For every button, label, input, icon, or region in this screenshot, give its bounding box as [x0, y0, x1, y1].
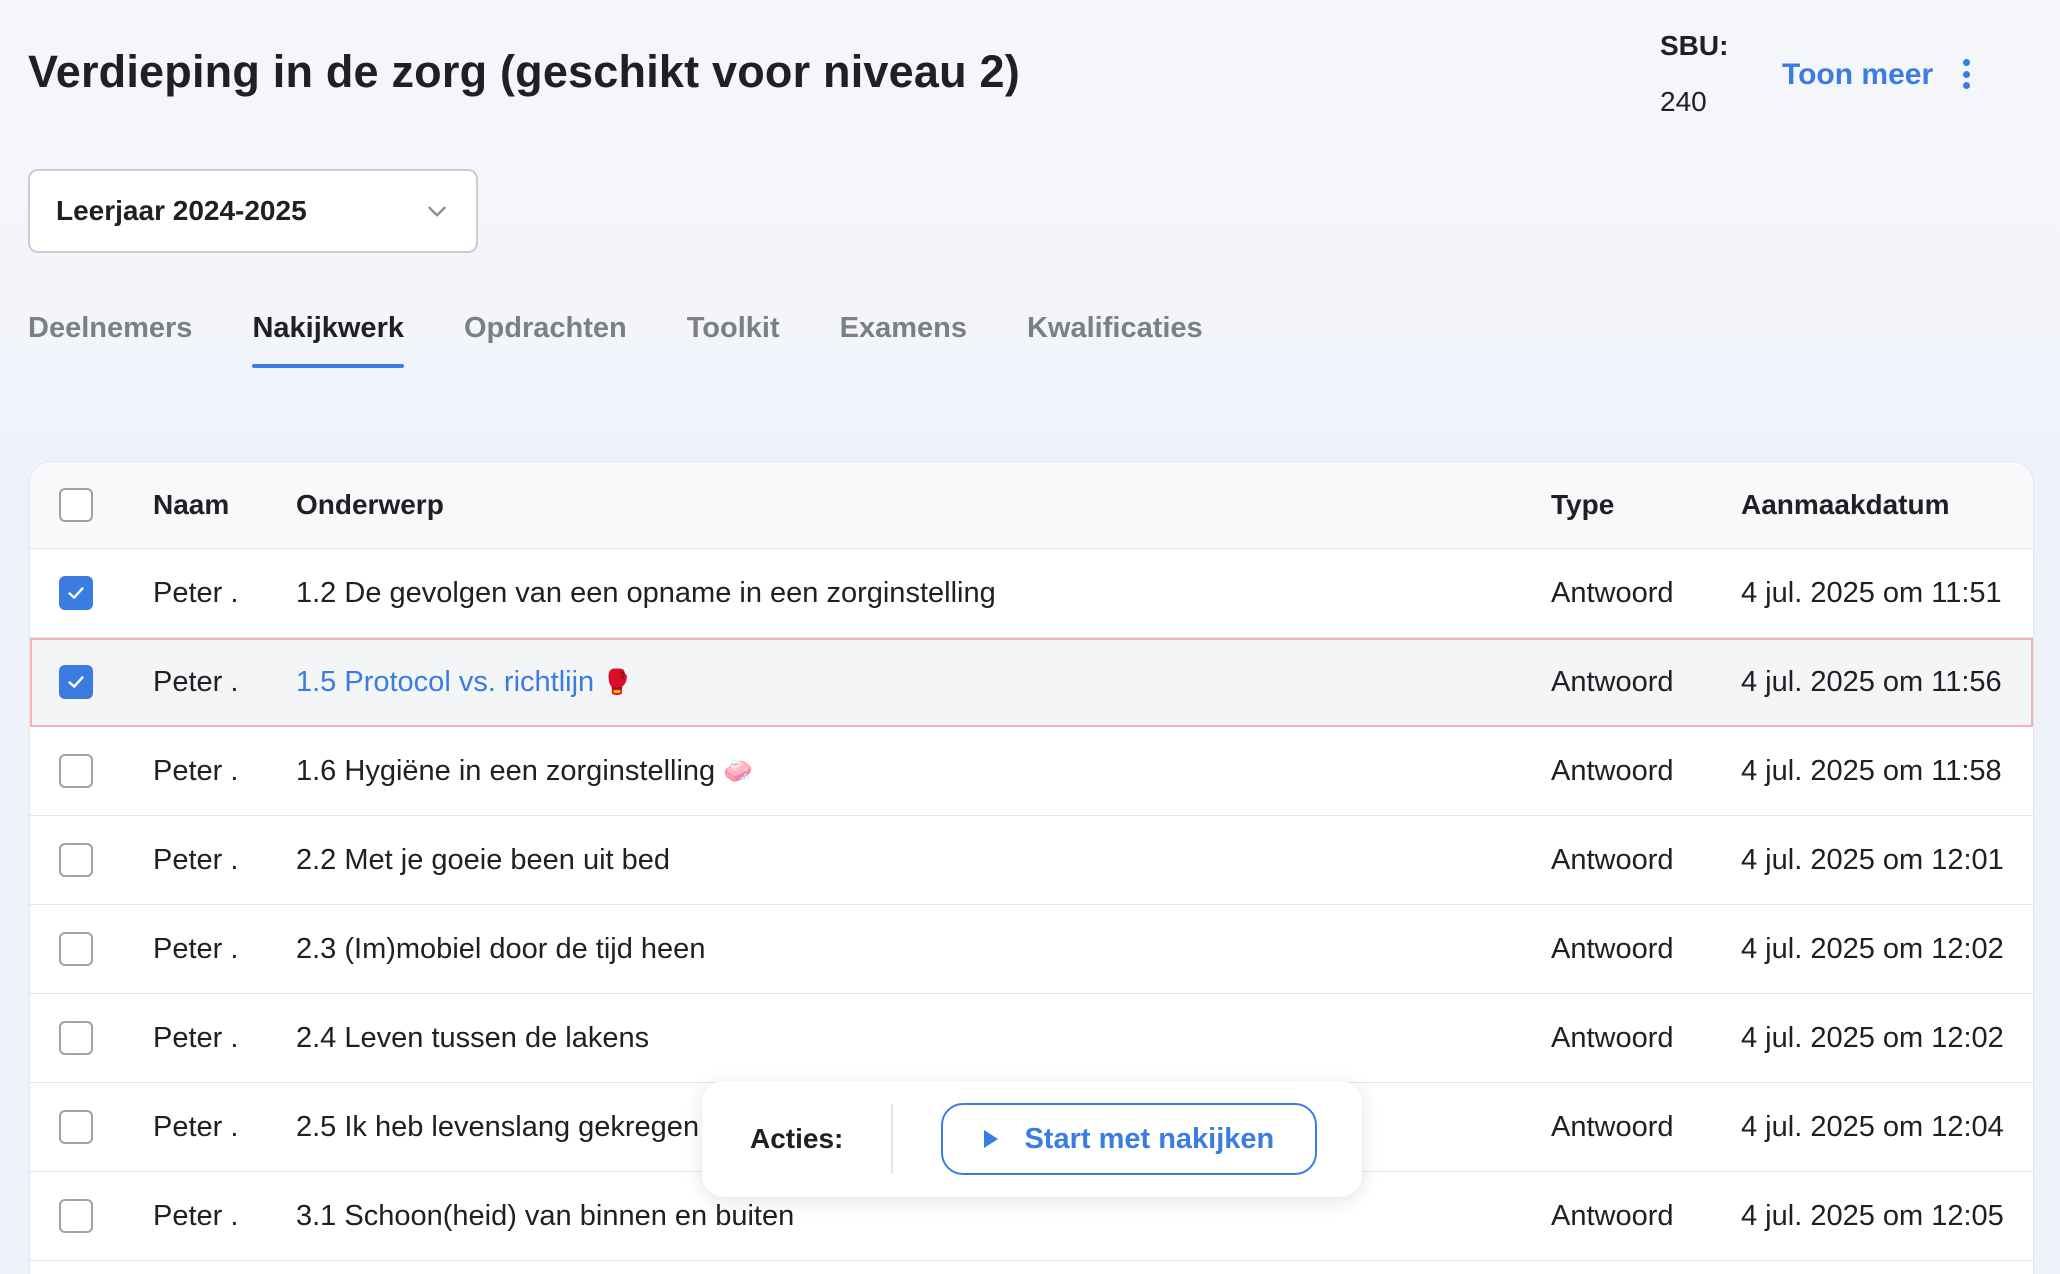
- page: Verdieping in de zorg (geschikt voor niv…: [0, 0, 2060, 1274]
- row-checkbox-cell: [59, 1083, 93, 1171]
- sbu-label: SBU:: [1660, 30, 1729, 61]
- checkmark-icon: [68, 587, 84, 599]
- year-select[interactable]: Leerjaar 2024-2025: [28, 169, 478, 253]
- row-checkbox[interactable]: [59, 1199, 93, 1233]
- table-row[interactable]: Peter . 1.6 Hygiëne in een zorginstelling…: [30, 727, 2033, 816]
- cell-onderwerp: 2.5 Ik heb levenslang gekregen: [296, 1083, 699, 1171]
- cell-onderwerp: 2.4 Leven tussen de lakens: [296, 994, 649, 1082]
- table-header: Naam Onderwerp Type Aanmaakdatum: [30, 462, 2033, 549]
- onderwerp-text: 3.1 Schoon(heid) van binnen en buiten: [296, 1199, 795, 1232]
- cell-naam: Peter .: [153, 665, 239, 698]
- actions-label: Acties:: [750, 1123, 844, 1154]
- cell-type: Antwoord: [1551, 576, 1674, 609]
- cell-aanmaakdatum: 4 jul. 2025 om 11:51: [1741, 576, 2002, 609]
- select-all-checkbox[interactable]: [59, 488, 93, 522]
- tab-kwalificaties[interactable]: Kwalificaties: [1027, 300, 1203, 368]
- cell-type: Antwoord: [1551, 754, 1674, 787]
- cell-aanmaakdatum: 4 jul. 2025 om 12:01: [1741, 843, 2004, 876]
- row-checkbox[interactable]: [59, 1021, 93, 1055]
- kebab-dot: [1962, 59, 1970, 66]
- onderwerp-text: 2.5 Ik heb levenslang gekregen: [296, 1110, 700, 1143]
- column-header-naam[interactable]: Naam: [153, 462, 229, 548]
- tab-opdrachten[interactable]: Opdrachten: [464, 300, 627, 368]
- column-header-aanmaakdatum[interactable]: Aanmaakdatum: [1741, 462, 1950, 548]
- cell-onderwerp: 1.2 De gevolgen van een opname in een zo…: [296, 549, 996, 637]
- cell-aanmaakdatum: 4 jul. 2025 om 12:05: [1741, 1199, 2004, 1232]
- onderwerp-link[interactable]: 1.5 Protocol vs. richtlijn: [296, 666, 594, 699]
- row-checkbox-cell: [59, 816, 93, 904]
- row-checkbox[interactable]: [59, 665, 93, 699]
- kebab-vertical-icon[interactable]: [1952, 56, 1980, 92]
- cell-naam: Peter .: [153, 1021, 239, 1054]
- row-checkbox-cell: [59, 905, 93, 993]
- actions-bar: Acties: Start met nakijken: [702, 1081, 1362, 1197]
- kebab-dot: [1962, 70, 1970, 78]
- cell-naam: Peter .: [153, 1199, 239, 1232]
- cell-aanmaakdatum: 4 jul. 2025 om 12:04: [1741, 1110, 2004, 1143]
- cell-type: Antwoord: [1551, 665, 1674, 698]
- onderwerp-text: 1.2 De gevolgen van een opname in een zo…: [296, 576, 996, 609]
- cell-naam: Peter .: [153, 932, 239, 965]
- cell-aanmaakdatum: 4 jul. 2025 om 11:58: [1741, 754, 2002, 787]
- table-row[interactable]: Peter . 1.5 Protocol vs. richtlijn 🥊 Antwoo…: [30, 638, 2033, 727]
- row-checkbox-cell: [59, 994, 93, 1082]
- chevron-down-icon: [428, 206, 446, 217]
- column-header-onderwerp[interactable]: Onderwerp: [296, 462, 444, 548]
- cell-onderwerp: 2.3 (Im)mobiel door de tijd heen: [296, 905, 705, 993]
- row-checkbox[interactable]: [59, 1110, 93, 1144]
- cell-aanmaakdatum: 4 jul. 2025 om 12:02: [1741, 932, 2004, 965]
- row-checkbox-cell: [59, 727, 93, 815]
- play-icon: [984, 1130, 999, 1148]
- cell-onderwerp: 1.6 Hygiëne in een zorginstelling 🧼: [296, 727, 753, 815]
- start-nakijken-label: Start met nakijken: [1024, 1122, 1275, 1155]
- sbu-info: SBU: 240: [1660, 30, 1728, 118]
- cell-type: Antwoord: [1551, 1199, 1674, 1232]
- tab-bar: Deelnemers Nakijkwerk Opdrachten Toolkit Exa…: [28, 300, 1263, 370]
- year-select-value: Leerjaar 2024-2025: [56, 195, 307, 226]
- kebab-dot: [1962, 82, 1970, 89]
- tab-examens[interactable]: Examens: [840, 300, 967, 368]
- tab-deelnemers[interactable]: Deelnemers: [28, 300, 192, 368]
- cell-aanmaakdatum: 4 jul. 2025 om 11:56: [1741, 665, 2002, 698]
- row-checkbox[interactable]: [59, 576, 93, 610]
- row-checkbox[interactable]: [59, 932, 93, 966]
- row-checkbox-cell: [59, 638, 93, 726]
- row-checkbox[interactable]: [59, 754, 93, 788]
- cell-naam: Peter .: [153, 576, 239, 609]
- start-nakijken-button[interactable]: Start met nakijken: [941, 1103, 1318, 1175]
- cell-aanmaakdatum: 4 jul. 2025 om 12:02: [1741, 1021, 2004, 1054]
- onderwerp-text: 2.3 (Im)mobiel door de tijd heen: [296, 932, 706, 965]
- soap-icon: 🧼: [723, 757, 754, 785]
- row-checkbox-cell: [59, 1172, 93, 1260]
- onderwerp-text: 2.4 Leven tussen de lakens: [296, 1021, 650, 1054]
- table-row[interactable]: Peter . 2.4 Leven tussen de lakens Antwoor…: [30, 994, 2033, 1083]
- page-title: Verdieping in de zorg (geschikt voor niv…: [28, 46, 1020, 97]
- tab-toolkit[interactable]: Toolkit: [687, 300, 780, 368]
- cell-naam: Peter .: [153, 843, 239, 876]
- table-row[interactable]: Peter . 2.2 Met je goeie been uit bed Antw…: [30, 816, 2033, 905]
- cell-type: Antwoord: [1551, 843, 1674, 876]
- row-checkbox[interactable]: [59, 843, 93, 877]
- table-row[interactable]: Peter . 1.2 De gevolgen van een opname in…: [30, 549, 2033, 638]
- onderwerp-text: 2.2 Met je goeie been uit bed: [296, 843, 671, 876]
- tab-nakijkwerk[interactable]: Nakijkwerk: [252, 300, 404, 368]
- toon-meer-link[interactable]: Toon meer: [1782, 58, 1933, 92]
- onderwerp-text: 1.6 Hygiëne in een zorginstelling: [296, 754, 716, 787]
- actions-divider: [891, 1104, 894, 1174]
- checkmark-icon: [68, 676, 84, 688]
- cell-naam: Peter .: [153, 754, 239, 787]
- column-header-type[interactable]: Type: [1551, 462, 1614, 548]
- cell-type: Antwoord: [1551, 932, 1674, 965]
- sbu-value: 240: [1660, 86, 1707, 117]
- row-checkbox-cell: [59, 549, 93, 637]
- cell-type: Antwoord: [1551, 1110, 1674, 1143]
- cell-onderwerp[interactable]: 1.5 Protocol vs. richtlijn 🥊: [296, 638, 632, 726]
- cell-naam: Peter .: [153, 1110, 239, 1143]
- table-row[interactable]: Peter . 2.3 (Im)mobiel door de tijd heen A…: [30, 905, 2033, 994]
- boxing-glove-icon: 🥊: [602, 668, 633, 696]
- cell-type: Antwoord: [1551, 1021, 1674, 1054]
- cell-onderwerp: 2.2 Met je goeie been uit bed: [296, 816, 670, 904]
- select-all-cell: [59, 462, 93, 548]
